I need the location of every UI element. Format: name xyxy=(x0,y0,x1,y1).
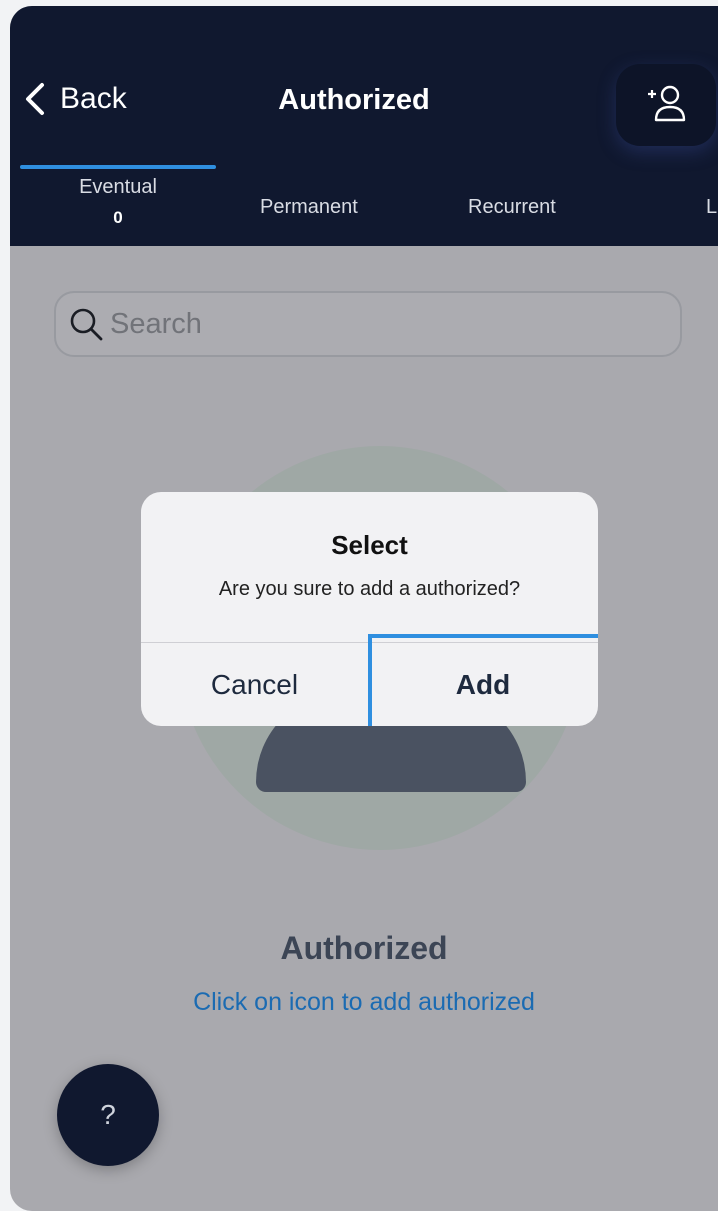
help-button[interactable]: ? xyxy=(57,1064,159,1166)
tab-permanent[interactable]: Permanent xyxy=(260,196,358,219)
add-button[interactable]: Add xyxy=(368,634,598,726)
tab-recurrent[interactable]: Recurrent xyxy=(468,196,556,219)
search-input[interactable]: Search xyxy=(54,291,682,357)
header: Back Authorized Eventual 0 Permanent Rec… xyxy=(10,6,718,246)
search-placeholder: Search xyxy=(110,307,202,340)
tab-partial[interactable]: L xyxy=(706,196,717,219)
tab-label: Eventual xyxy=(79,176,157,198)
tab-count: 0 xyxy=(113,208,123,227)
search-icon xyxy=(70,308,103,341)
cancel-button[interactable]: Cancel xyxy=(141,643,368,726)
confirm-dialog: Select Are you sure to add a authorized?… xyxy=(141,492,598,726)
add-user-button[interactable] xyxy=(616,64,716,146)
tab-bar: Eventual 0 Permanent Recurrent L xyxy=(10,164,718,246)
active-tab-indicator xyxy=(20,165,216,169)
tab-eventual[interactable]: Eventual 0 xyxy=(70,176,166,228)
empty-state-subtitle: Click on icon to add authorized xyxy=(193,988,535,1016)
page-title: Authorized xyxy=(278,84,430,116)
app-screen: Back Authorized Eventual 0 Permanent Rec… xyxy=(10,6,718,1211)
question-mark-icon: ? xyxy=(100,1099,116,1130)
dialog-title: Select xyxy=(331,530,408,560)
empty-state-title: Authorized xyxy=(280,930,448,966)
add-user-icon xyxy=(648,85,686,122)
dialog-message: Are you sure to add a authorized? xyxy=(218,578,521,600)
